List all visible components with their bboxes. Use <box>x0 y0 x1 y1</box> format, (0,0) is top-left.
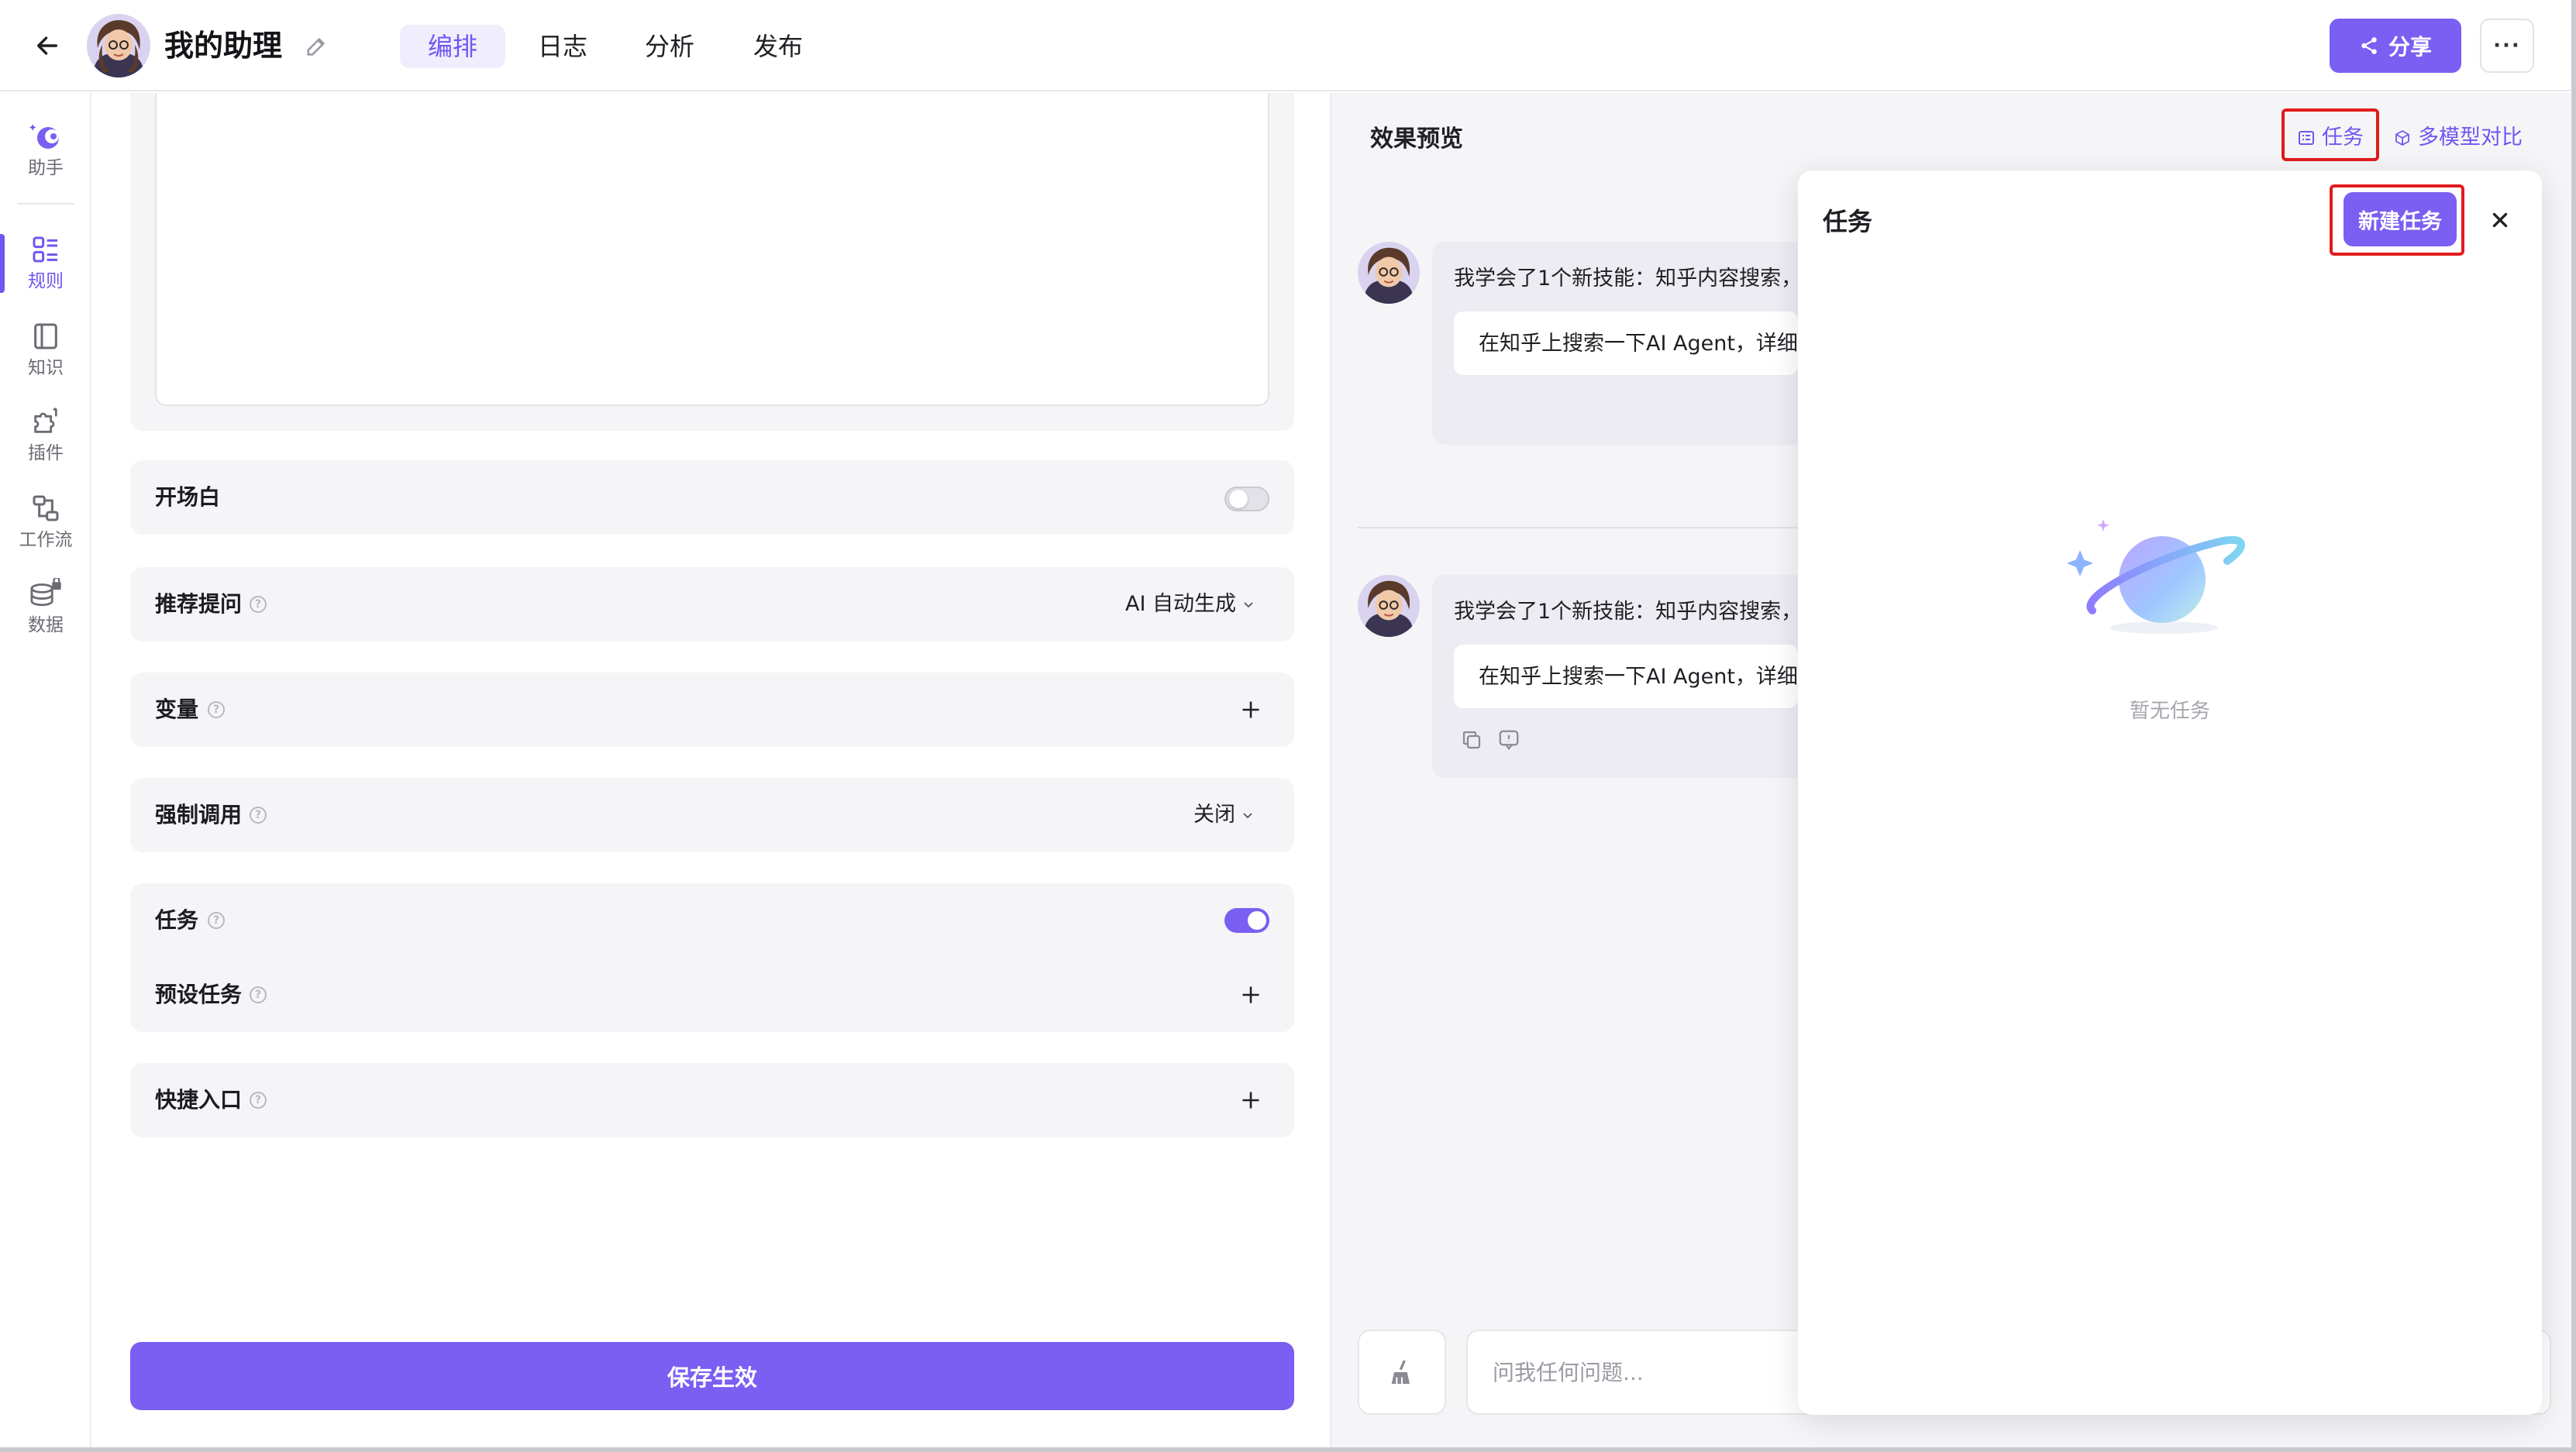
variables-label: 变量 <box>155 697 199 722</box>
data-icon <box>30 578 61 607</box>
tasks-card <box>130 883 1294 1032</box>
bot-avatar <box>1358 242 1420 304</box>
tasks-help-icon[interactable]: ? <box>208 912 225 929</box>
assistant-icon <box>29 124 59 149</box>
edit-name-icon[interactable] <box>304 33 330 59</box>
arrow-left-icon <box>36 36 58 55</box>
opening-card <box>130 460 1294 535</box>
assistant-avatar[interactable] <box>87 14 150 77</box>
back-button[interactable] <box>28 26 67 65</box>
broom-icon <box>1391 1360 1410 1384</box>
cube-icon <box>2395 130 2409 146</box>
assistant-name: 我的助理 <box>164 29 283 63</box>
clear-chat-button[interactable] <box>1358 1330 1446 1415</box>
close-icon <box>2492 212 2508 228</box>
save-button[interactable]: 保存生效 <box>130 1342 1294 1410</box>
copy-icon[interactable] <box>1460 728 1483 752</box>
shortcuts-help-icon[interactable]: ? <box>250 1092 267 1109</box>
empty-planet-icon <box>2061 504 2263 666</box>
workflow-icon <box>33 495 59 521</box>
multi-model-compare-link[interactable]: 多模型对比 <box>2393 122 2523 153</box>
rules-icon <box>33 236 57 263</box>
task-link[interactable]: 任务 <box>2297 122 2364 153</box>
shortcuts-card <box>130 1063 1294 1137</box>
add-shortcut-button[interactable] <box>1235 1085 1266 1116</box>
sidebar-item-assistant[interactable]: 助手 <box>0 121 91 180</box>
more-icon: ··· <box>2493 34 2521 57</box>
feedback-icon[interactable] <box>1497 728 1520 752</box>
close-drawer-button[interactable] <box>2485 205 2516 236</box>
preset-tasks-help-icon[interactable]: ? <box>250 986 267 1003</box>
add-preset-task-button[interactable] <box>1235 979 1266 1010</box>
variables-card <box>130 673 1294 747</box>
bot-avatar <box>1358 575 1420 637</box>
sidebar-label-assistant: 助手 <box>28 158 64 178</box>
preview-title: 效果预览 <box>1370 126 1463 153</box>
opening-toggle[interactable] <box>1224 487 1269 511</box>
bot-message-text: 我学会了1个新技能：知乎内容搜索， <box>1454 600 1798 624</box>
knowledge-icon <box>34 323 57 349</box>
more-options-button[interactable]: ··· <box>2480 19 2534 73</box>
new-task-button[interactable]: 新建任务 <box>2344 192 2457 246</box>
plus-icon <box>1242 701 1259 718</box>
compare-link-label: 多模型对比 <box>2418 126 2523 150</box>
force-call-help-icon[interactable]: ? <box>250 807 267 824</box>
task-drawer <box>1798 170 2542 1415</box>
task-drawer-title: 任务 <box>1823 207 1873 236</box>
window-edge-bottom <box>0 1447 2576 1452</box>
tab-logs[interactable]: 日志 <box>510 25 615 68</box>
force-call-select[interactable]: 关闭 <box>1193 800 1254 831</box>
suggest-value: AI 自动生成 <box>1125 592 1237 616</box>
suggested-question[interactable]: 在知乎上搜索一下AI Agent，详细 <box>1454 645 1798 708</box>
suggest-label: 推荐提问 <box>155 591 243 617</box>
force-call-card <box>130 778 1294 852</box>
tab-orchestrate[interactable]: 编排 <box>400 25 506 68</box>
tab-analysis[interactable]: 分析 <box>617 25 722 68</box>
sidebar-label-workflow: 工作流 <box>19 530 73 550</box>
suggest-card <box>130 567 1294 642</box>
sidebar-label-data: 数据 <box>28 615 64 635</box>
window-edge <box>2571 0 2576 1452</box>
force-call-label: 强制调用 <box>155 802 243 828</box>
shortcuts-label: 快捷入口 <box>155 1087 243 1113</box>
sidebar-item-plugins[interactable]: 插件 <box>0 406 91 465</box>
suggest-help-icon[interactable]: ? <box>250 596 267 613</box>
share-button[interactable]: 分享 <box>2330 19 2461 73</box>
opening-label: 开场白 <box>155 484 221 510</box>
tab-publish[interactable]: 发布 <box>725 25 831 68</box>
share-label: 分享 <box>2388 34 2432 60</box>
share-icon <box>2361 37 2377 54</box>
force-call-value: 关闭 <box>1193 803 1235 827</box>
sidebar-label-knowledge: 知识 <box>28 358 64 378</box>
sidebar-item-workflow[interactable]: 工作流 <box>0 493 91 552</box>
plugin-icon <box>34 408 57 433</box>
sidebar-item-knowledge[interactable]: 知识 <box>0 321 91 380</box>
sidebar-item-rules[interactable]: 规则 <box>0 234 91 293</box>
sidebar-item-data[interactable]: 数据 <box>0 578 91 637</box>
prompt-textarea[interactable] <box>155 93 1269 406</box>
bot-message-text: 我学会了1个新技能：知乎内容搜索， <box>1454 267 1798 291</box>
plus-icon <box>1242 986 1259 1003</box>
tasks-label: 任务 <box>155 907 199 933</box>
add-variable-button[interactable] <box>1235 694 1266 725</box>
empty-tasks-text: 暂无任务 <box>2129 700 2210 723</box>
variables-help-icon[interactable]: ? <box>208 701 225 718</box>
top-bar <box>0 0 2576 91</box>
sidebar-divider <box>17 203 74 205</box>
suggest-select[interactable]: AI 自动生成 <box>1125 589 1255 620</box>
sidebar-label-rules: 规则 <box>28 271 64 291</box>
chat-divider <box>1358 527 1801 528</box>
task-link-label: 任务 <box>2322 126 2364 150</box>
preset-tasks-label: 预设任务 <box>155 982 243 1007</box>
chevron-down-icon <box>1244 602 1253 608</box>
left-sidebar <box>0 91 91 1452</box>
plus-icon <box>1242 1092 1259 1109</box>
task-list-icon <box>2299 131 2314 145</box>
chevron-down-icon <box>1243 813 1252 819</box>
sidebar-label-plugins: 插件 <box>28 443 64 463</box>
suggested-question[interactable]: 在知乎上搜索一下AI Agent，详细 <box>1454 311 1798 375</box>
tasks-toggle[interactable] <box>1224 908 1269 933</box>
